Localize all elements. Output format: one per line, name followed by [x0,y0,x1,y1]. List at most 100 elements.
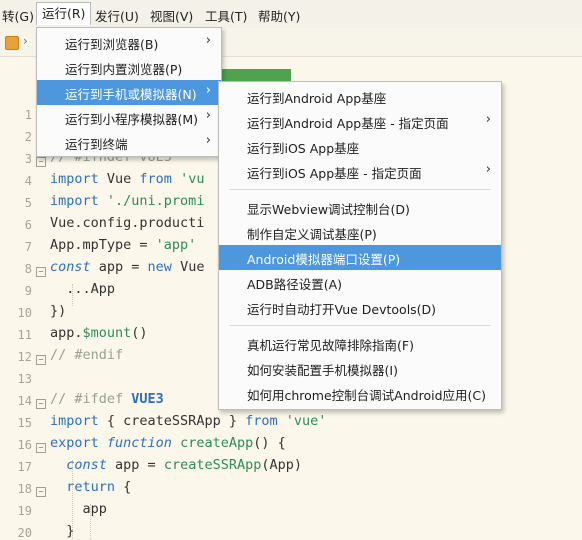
menu-item-label: 运行到Android App基座 [247,91,387,106]
menu-publish[interactable]: 发行(U) [95,6,139,25]
line-number: 6 [24,218,32,232]
menu-item-vue-devtools[interactable]: 运行时自动打开Vue Devtools(D) [219,295,501,320]
menu-item-android-base-page[interactable]: 运行到Android App基座 - 指定页面 › [219,109,501,134]
code-token: VUE3 [131,391,164,407]
fold-toggle-icon[interactable]: − [36,487,46,497]
menu-item-run-browser[interactable]: 运行到浏览器(B) › [37,30,221,55]
code-token: Vue [98,171,140,187]
code-token: createApp [171,435,254,451]
code-line-6: Vue.config.producti [50,215,205,231]
menu-item-android-base[interactable]: 运行到Android App基座 [219,84,501,109]
menu-item-label: 运行到终端 [65,137,128,152]
code-line-9: ...App [50,281,116,297]
line-number: 4 [24,174,32,188]
code-token: createSSRApp [163,457,262,473]
chevron-right-icon: › [485,112,491,127]
menubar: 转(G) 运行(R) 发行(U) 视图(V) 工具(T) 帮助(Y) [0,0,582,29]
code-token: () [131,325,148,341]
code-line-12: // #endif [50,347,124,363]
line-number: 1 [24,108,32,122]
code-line-11: app.$mount() [50,325,148,341]
code-token: $mount [82,325,132,341]
code-token: function [98,435,172,451]
menu-item-adb-path[interactable]: ADB路径设置(A) [219,270,501,295]
menu-item-custom-base[interactable]: 制作自定义调试基座(P) [219,220,501,245]
code-token: export [50,435,99,451]
menu-item-label: 制作自定义调试基座(P) [247,227,377,242]
code-line-14: // #ifdef VUE3 [50,391,164,407]
line-number: 15 [17,416,32,430]
code-line-10: }) [50,303,67,319]
code-token: './uni.promi [98,193,205,209]
menu-item-label: 运行到内置浏览器(P) [65,62,183,77]
menu-goto[interactable]: 转(G) [2,6,34,25]
code-token: { createSSRApp } [98,413,246,429]
line-number: 5 [24,196,32,210]
menu-item-emulator-port[interactable]: Android模拟器端口设置(P) [219,245,501,270]
menu-item-run-builtin-browser[interactable]: 运行到内置浏览器(P) [37,55,221,80]
menu-item-ios-base[interactable]: 运行到iOS App基座 [219,134,501,159]
menu-item-label: Android模拟器端口设置(P) [247,252,401,267]
menu-run[interactable]: 运行(R) [36,2,92,25]
project-folder-icon[interactable] [5,36,19,50]
device-submenu: 运行到Android App基座 运行到Android App基座 - 指定页面… [218,81,502,410]
line-number: 7 [24,240,32,254]
code-token: from [245,413,278,429]
fold-toggle-icon[interactable]: − [36,399,46,409]
line-number: 17 [17,460,32,474]
line-number: 2 [24,130,32,144]
menu-item-label: 运行到浏览器(B) [65,37,159,52]
menu-item-webview-console[interactable]: 显示Webview调试控制台(D) [219,195,501,220]
code-token: import [50,193,99,209]
line-number: 11 [17,328,32,342]
menu-item-run-miniprogram[interactable]: 运行到小程序模拟器(M) › [37,105,221,130]
chevron-right-icon: › [23,34,28,48]
chevron-right-icon: › [205,133,211,148]
menu-help[interactable]: 帮助(Y) [258,6,300,25]
code-token: 'vue' [277,413,327,429]
menu-item-label: 运行时自动打开Vue Devtools(D) [247,302,437,317]
menu-item-install-emulator[interactable]: 如何安装配置手机模拟器(I) [219,356,501,381]
chevron-right-icon: › [205,83,211,98]
fold-toggle-icon[interactable]: − [36,157,46,167]
menu-item-label: 如何安装配置手机模拟器(I) [247,363,398,378]
menu-item-run-terminal[interactable]: 运行到终端 › [37,130,221,155]
code-line-8: const app = new Vue [50,259,204,275]
menu-item-chrome-debug[interactable]: 如何用chrome控制台调试Android应用(C) [219,381,501,406]
code-token: 'vu [171,171,205,187]
line-number: 3 [24,152,32,166]
code-token: return [50,479,116,495]
menu-item-troubleshoot[interactable]: 真机运行常见故障排除指南(F) [219,331,501,356]
fold-toggle-icon[interactable]: − [36,355,46,365]
code-token: 'app' [155,237,197,253]
code-token: const [50,457,107,473]
menu-tools[interactable]: 工具(T) [205,6,247,25]
menu-item-ios-base-page[interactable]: 运行到iOS App基座 - 指定页面 › [219,159,501,184]
code-line-17: const app = createSSRApp(App) [50,457,302,473]
code-line-15: import { createSSRApp } from 'vue' [50,413,326,429]
line-number: 9 [24,284,32,298]
chevron-right-icon: › [205,33,211,48]
fold-toggle-icon[interactable]: − [36,267,46,277]
menu-item-label: 如何用chrome控制台调试Android应用(C) [247,388,486,403]
line-number: 10 [17,306,32,320]
code-token: app = [90,259,148,275]
menu-item-label: ADB路径设置(A) [247,277,343,292]
line-number: 14 [17,394,32,408]
chevron-right-icon: › [485,162,491,177]
menu-view[interactable]: 视图(V) [150,6,193,25]
line-number: 16 [17,438,32,452]
menu-separator [229,325,491,326]
line-number: 19 [17,504,32,518]
code-line-18: return { [50,479,131,495]
fold-toggle-icon[interactable]: − [36,443,46,453]
line-number: 13 [17,372,32,386]
menu-item-run-device[interactable]: 运行到手机或模拟器(N) › [37,80,221,105]
code-token: // #ifdef [50,391,132,407]
line-number: 20 [17,526,32,540]
code-token: (App) [261,457,302,473]
code-token: app. [50,325,83,341]
line-number: 8 [24,262,32,276]
code-token: Vue [171,259,205,275]
code-line-5: import './uni.promi [50,193,204,209]
